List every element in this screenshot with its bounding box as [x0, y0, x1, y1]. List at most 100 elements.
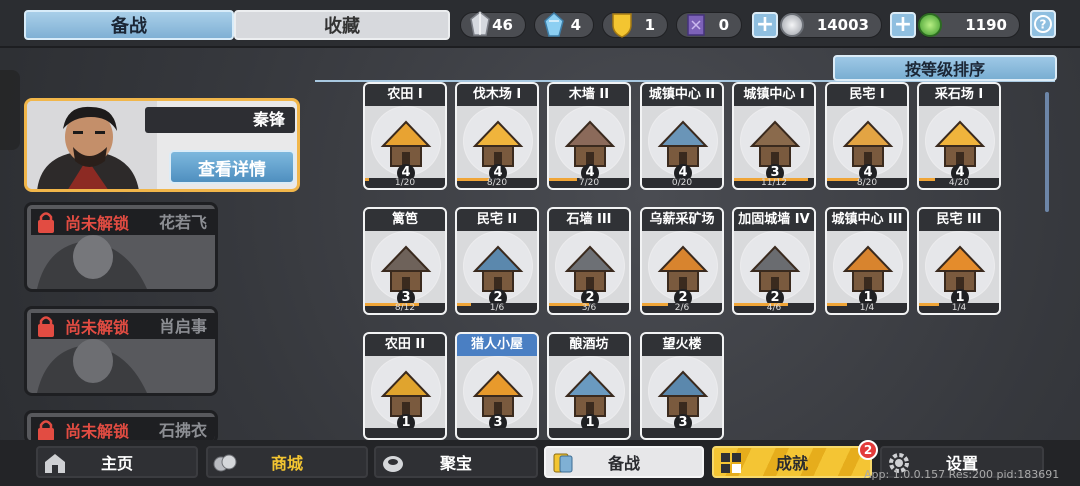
- building-card[interactable]: 乌薪采矿场 2 2/6: [640, 207, 724, 315]
- prepare-icon: [553, 453, 573, 473]
- building-card[interactable]: 农田 II 1: [363, 332, 447, 440]
- building-name: 猎人小屋: [457, 334, 537, 356]
- silver-coin-icon: [780, 13, 804, 37]
- building-card[interactable]: 伐木场 I 4 8/20: [455, 82, 539, 190]
- building-card[interactable]: 采石场 I 4 4/20: [917, 82, 1001, 190]
- locked-hero-card[interactable]: 尚未解锁 花若飞: [24, 202, 218, 292]
- building-progress: 1/6: [457, 303, 537, 313]
- add-jade-button[interactable]: +: [890, 12, 916, 38]
- progress-text: 8/20: [486, 178, 508, 188]
- achievement-badge: 2: [858, 440, 878, 460]
- building-name: 农田 II: [365, 334, 445, 356]
- locked-hero-card[interactable]: 尚未解锁 肖启事: [24, 306, 218, 396]
- building-name: 望火楼: [642, 334, 722, 356]
- gold-shield-icon: [609, 9, 635, 41]
- building-name: 民宅 I: [827, 84, 907, 106]
- silver-crystal-counter: 46: [460, 11, 526, 38]
- building-card[interactable]: 城镇中心 II 4 0/20: [640, 82, 724, 190]
- progress-text: 8/20: [856, 178, 878, 188]
- blue-crystal-counter: 4: [534, 9, 594, 41]
- building-name: 篱笆: [365, 209, 445, 231]
- top-bar: 备战 收藏 46 4 1 0 + 14003 + 1190 ?: [0, 0, 1080, 48]
- blue-crystal-icon: [541, 9, 567, 41]
- nav-prepare[interactable]: 备战: [544, 446, 704, 478]
- locked-hero-name: 石拂衣: [158, 421, 207, 440]
- purple-crystal-counter: 0: [676, 12, 742, 38]
- jade-coin-icon: [918, 13, 942, 37]
- building-progress: 2/6: [642, 303, 722, 313]
- building-card[interactable]: 城镇中心 I 3 11/12: [732, 82, 816, 190]
- progress-text: 8/12: [394, 303, 416, 313]
- building-progress: 8/20: [457, 178, 537, 188]
- home-icon: [45, 454, 65, 473]
- building-card[interactable]: 加固城墙 IV 2 4/6: [732, 207, 816, 315]
- gold-shield-counter: 1: [602, 12, 668, 38]
- progress-text: 3/6: [581, 303, 597, 313]
- building-card[interactable]: 石墙 III 2 3/6: [547, 207, 631, 315]
- game-screen: { "tabs":{"active":"备战","inactive":"收藏"}…: [0, 0, 1080, 486]
- building-name: 城镇中心 III: [827, 209, 907, 231]
- building-card[interactable]: 民宅 III 1 1/4: [917, 207, 1001, 315]
- progress-text: 0/20: [671, 178, 693, 188]
- progress-text: 1/4: [951, 303, 967, 313]
- nav-achievement[interactable]: 成就: [712, 446, 872, 478]
- building-card[interactable]: 猎人小屋 3: [455, 332, 539, 440]
- view-details-button[interactable]: 查看详情: [169, 150, 295, 184]
- building-card[interactable]: 城镇中心 III 1 1/4: [825, 207, 909, 315]
- building-progress: [365, 428, 445, 438]
- progress-text: 11/12: [761, 178, 787, 188]
- treasure-icon: [383, 456, 403, 472]
- building-progress: 1/20: [365, 178, 445, 188]
- achievement-icon: [721, 453, 741, 473]
- building-card[interactable]: 民宅 II 2 1/6: [455, 207, 539, 315]
- tab-prepare[interactable]: 备战: [24, 10, 234, 40]
- building-progress: 11/12: [734, 178, 814, 188]
- building-progress: 8/12: [365, 303, 445, 313]
- building-progress: 4/20: [919, 178, 999, 188]
- building-card[interactable]: 农田 I 4 1/20: [363, 82, 447, 190]
- hero-name: 秦锋: [145, 107, 295, 133]
- building-name: 乌薪采矿场: [642, 209, 722, 231]
- scrollbar[interactable]: [1045, 92, 1049, 212]
- version-text: App: 1.0.0.157 Res:200 pid:183691: [864, 468, 1060, 481]
- lock-icon: [38, 420, 54, 441]
- progress-text: 4/6: [766, 303, 782, 313]
- building-name: 农田 I: [365, 84, 445, 106]
- building-progress: 4/6: [734, 303, 814, 313]
- question-icon: ?: [1034, 15, 1052, 33]
- nav-shop[interactable]: 商城: [206, 446, 368, 478]
- building-card[interactable]: 木墙 II 4 7/20: [547, 82, 631, 190]
- building-name: 酿酒坊: [549, 334, 629, 356]
- lock-icon: [38, 212, 54, 233]
- locked-hero-card[interactable]: 尚未解锁 石拂衣: [24, 410, 218, 444]
- building-card[interactable]: 酿酒坊 1: [547, 332, 631, 440]
- building-name: 城镇中心 II: [642, 84, 722, 106]
- building-progress: 3/6: [549, 303, 629, 313]
- hero-card-selected[interactable]: 秦锋 查看详情: [24, 98, 300, 192]
- purple-crystal-icon: [683, 9, 709, 41]
- building-name: 加固城墙 IV: [734, 209, 814, 231]
- progress-text: 4/20: [948, 178, 970, 188]
- building-name: 采石场 I: [919, 84, 999, 106]
- sort-by-level-button[interactable]: 按等级排序: [833, 55, 1057, 81]
- building-progress: [549, 428, 629, 438]
- nav-home[interactable]: 主页: [36, 446, 198, 478]
- building-card[interactable]: 民宅 I 4 8/20: [825, 82, 909, 190]
- progress-text: 1/20: [394, 178, 416, 188]
- building-card[interactable]: 望火楼 3: [640, 332, 724, 440]
- progress-text: 7/20: [578, 178, 600, 188]
- locked-hero-name: 花若飞: [158, 213, 207, 232]
- building-progress: 7/20: [549, 178, 629, 188]
- building-name: 木墙 II: [549, 84, 629, 106]
- nav-treasure[interactable]: 聚宝: [374, 446, 538, 478]
- tab-collection[interactable]: 收藏: [234, 10, 450, 40]
- add-silver-button[interactable]: +: [752, 12, 778, 38]
- svg-text:?: ?: [1040, 18, 1047, 32]
- lock-icon: [38, 316, 54, 337]
- locked-hero-name: 肖启事: [158, 317, 207, 336]
- help-button[interactable]: ?: [1030, 10, 1056, 38]
- hero-portrait: [27, 101, 157, 189]
- shop-icon: [213, 454, 237, 472]
- building-card[interactable]: 篱笆 3 8/12: [363, 207, 447, 315]
- side-tab[interactable]: [0, 70, 20, 150]
